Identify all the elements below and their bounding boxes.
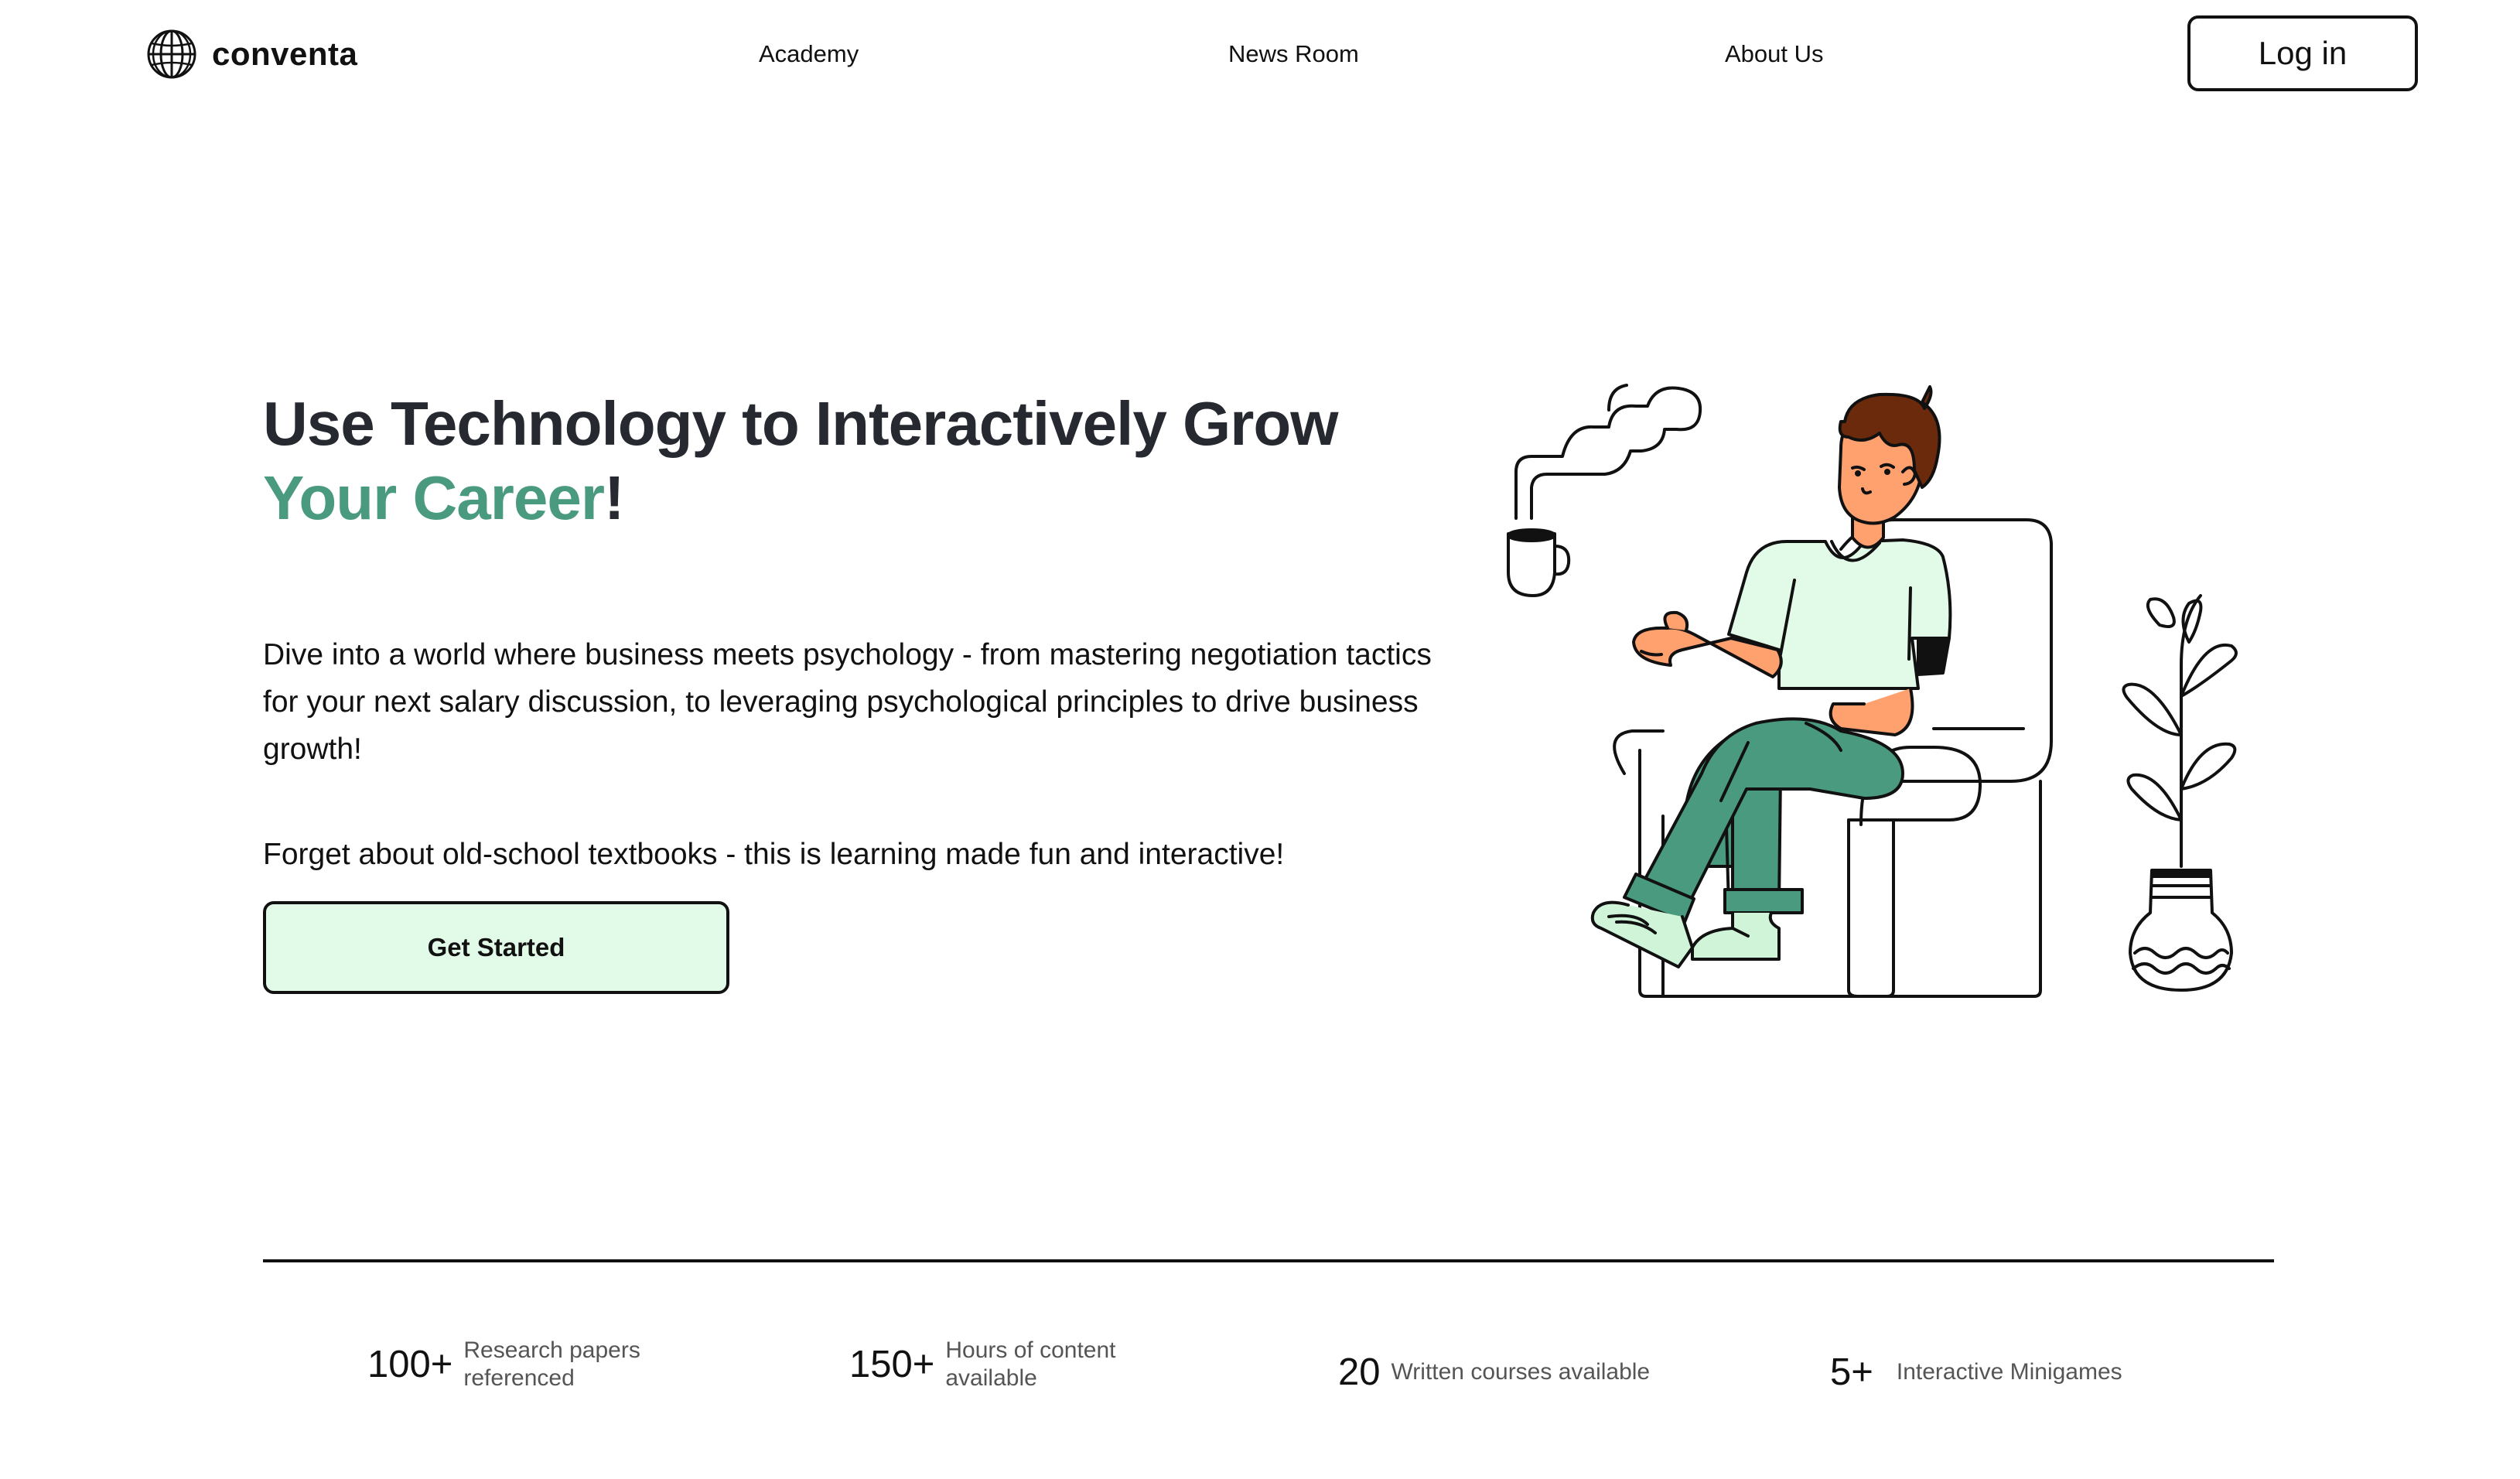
hero-title: Use Technology to Interactively Grow You…	[263, 387, 1423, 535]
coffee-cup-icon	[1507, 528, 1571, 597]
steam-icon	[1514, 384, 1702, 520]
stat-label: Written courses available	[1391, 1359, 1651, 1385]
get-started-button[interactable]: Get Started	[263, 901, 729, 994]
stat-label: Interactive Minigames	[1896, 1359, 2122, 1385]
landing-page: conventa Academy News Room About Us Log …	[0, 0, 2520, 1479]
stat-minigames: 5+ Interactive Minigames	[1830, 1351, 2122, 1394]
logo-text: conventa	[212, 36, 358, 72]
stat-label: Research papers referenced	[463, 1337, 640, 1392]
stat-written-courses: 20 Written courses available	[1338, 1351, 1650, 1394]
potted-plant-icon	[2122, 594, 2238, 992]
stat-value: 100+	[367, 1344, 453, 1385]
hero-title-accent: Your Career	[263, 463, 605, 532]
stat-label-line1: Research papers	[463, 1337, 640, 1363]
nav-academy[interactable]: Academy	[759, 40, 859, 68]
stat-value: 5+	[1830, 1351, 1873, 1393]
section-divider	[263, 1259, 2274, 1262]
stat-label-line2: referenced	[463, 1365, 575, 1391]
stat-hours-content: 150+ Hours of content available	[849, 1337, 1116, 1392]
nav-about-us[interactable]: About Us	[1725, 40, 1824, 68]
stat-label-line2: available	[945, 1365, 1037, 1391]
stat-label-line1: Hours of content	[945, 1337, 1116, 1363]
globe-icon	[147, 29, 196, 79]
nav-news-room[interactable]: News Room	[1228, 40, 1359, 68]
hero-tagline: Forget about old-school textbooks - this…	[263, 838, 1285, 871]
stat-research-papers: 100+ Research papers referenced	[367, 1337, 640, 1392]
login-button[interactable]: Log in	[2187, 15, 2418, 91]
stat-value: 20	[1338, 1351, 1381, 1393]
hero-title-line1: Use Technology to Interactively Grow	[263, 389, 1339, 458]
logo[interactable]: conventa	[145, 28, 357, 80]
stat-value: 150+	[849, 1344, 935, 1385]
hero-title-end: !	[604, 463, 625, 532]
hero-description: Dive into a world where business meets p…	[263, 638, 1432, 766]
man-figure	[1590, 385, 1952, 968]
stat-label: Hours of content available	[945, 1337, 1115, 1392]
man-in-armchair-illustration	[1507, 384, 2238, 998]
